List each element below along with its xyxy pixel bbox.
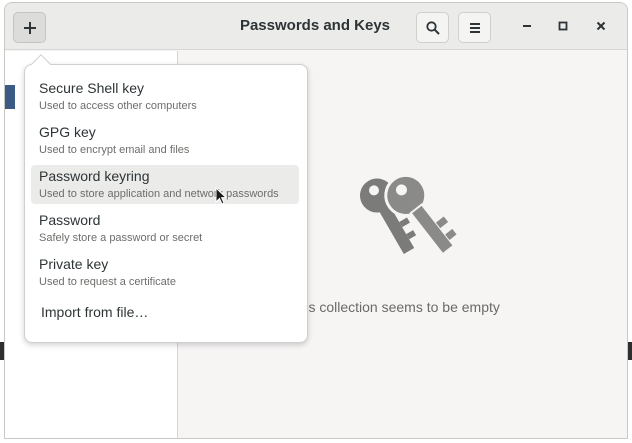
menu-item-title: Secure Shell key <box>39 80 145 96</box>
close-button[interactable] <box>591 16 611 36</box>
app-window: Passwords and Keys This collection seems… <box>4 2 628 439</box>
menu-item-subtitle: Used to access other computers <box>39 100 197 112</box>
menu-item-password-keyring[interactable]: Password keyring Used to store applicati… <box>31 165 299 204</box>
menu-item-subtitle: Used to request a certificate <box>39 276 176 288</box>
menu-item-subtitle: Used to store application and network pa… <box>39 188 279 200</box>
header-bar: Passwords and Keys <box>5 3 627 50</box>
main-menu-button[interactable] <box>458 12 491 43</box>
menu-item-title: GPG key <box>39 124 96 140</box>
menu-item-password[interactable]: Password Safely store a password or secr… <box>31 209 299 248</box>
menu-item-title: Private key <box>39 256 109 272</box>
menu-item-private-key[interactable]: Private key Used to request a certificat… <box>31 253 299 292</box>
menu-item-subtitle: Used to encrypt email and files <box>39 144 190 156</box>
desktop-edge-mark <box>628 342 632 360</box>
import-from-file-item[interactable]: Import from file… <box>41 304 148 320</box>
menu-item-gpg-key[interactable]: GPG key Used to encrypt email and files <box>31 121 299 160</box>
keys-icon <box>360 173 457 256</box>
sidebar-selected-row[interactable] <box>5 85 15 109</box>
menu-item-ssh-key[interactable]: Secure Shell key Used to access other co… <box>31 77 299 116</box>
search-icon <box>425 20 440 35</box>
window-title: Passwords and Keys <box>239 17 391 34</box>
maximize-icon <box>558 21 568 31</box>
plus-icon <box>23 21 36 34</box>
minimize-icon <box>523 25 531 27</box>
add-popover-menu: Secure Shell key Used to access other co… <box>24 54 308 343</box>
search-button[interactable] <box>416 12 449 43</box>
maximize-button[interactable] <box>553 16 573 36</box>
minimize-button[interactable] <box>517 16 537 36</box>
mouse-cursor-icon <box>215 187 227 205</box>
menu-item-title: Password keyring <box>39 168 150 184</box>
menu-item-subtitle: Safely store a password or secret <box>39 232 203 244</box>
empty-state-text: This collection seems to be empty <box>289 299 500 315</box>
menu-item-title: Password <box>39 212 101 228</box>
add-button[interactable] <box>13 12 46 43</box>
close-icon <box>596 21 606 31</box>
hamburger-menu-icon <box>469 22 480 33</box>
